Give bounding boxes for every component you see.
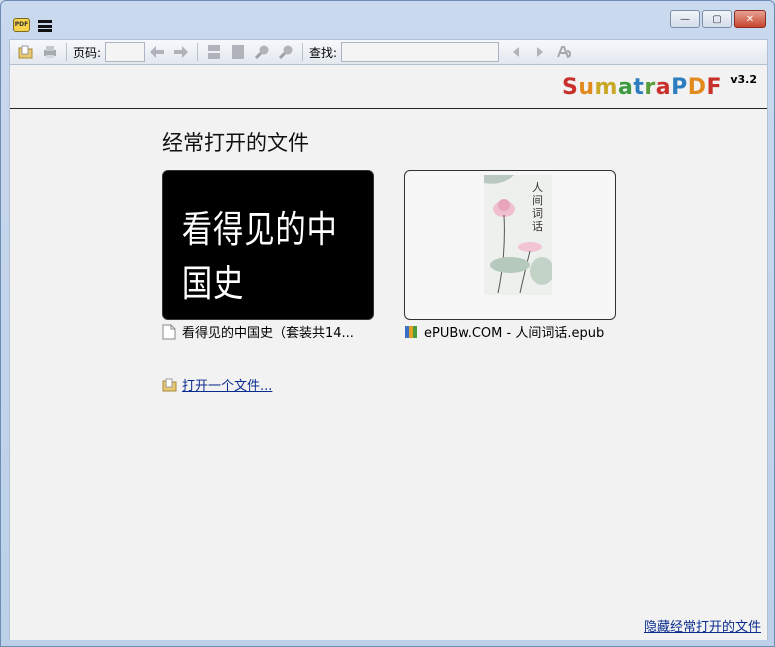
find-next-icon[interactable] [531, 43, 549, 61]
toolbar-separator [197, 43, 199, 61]
recent-file-name[interactable]: ePUBw.COM - 人间词话.epub [404, 322, 604, 341]
logo-letter: F [706, 75, 722, 100]
close-button[interactable]: ✕ [734, 10, 766, 28]
minimize-button[interactable]: — [670, 10, 700, 28]
recent-file-label: ePUBw.COM - 人间词话.epub [424, 326, 605, 341]
book-cover-image: 人间词话 [484, 175, 554, 295]
find-previous-icon[interactable] [507, 43, 525, 61]
print-icon[interactable] [41, 43, 59, 61]
recent-file-thumbnail[interactable]: 人间词话 [404, 170, 616, 320]
epub-file-icon [404, 324, 418, 340]
logo-letter: S [562, 75, 579, 100]
page-number-input[interactable] [105, 42, 146, 62]
zoom-out-icon[interactable] [253, 43, 271, 61]
back-arrow-icon[interactable] [148, 43, 166, 61]
page-label: 页码: [73, 45, 102, 60]
app-window: PDF — ▢ ✕ 页码: 查找: SumatraPDF v3.2 经常打开的文… [0, 0, 775, 647]
sumatra-logo: SumatraPDF [562, 75, 722, 100]
toolbar-separator [66, 43, 67, 61]
forward-arrow-icon[interactable] [172, 43, 190, 61]
app-icon[interactable]: PDF [13, 18, 30, 32]
recent-file-name[interactable]: 看得见的中国史（套装共14... [162, 322, 354, 341]
logo-letter: t [633, 75, 645, 100]
version-label: v3.2 [730, 73, 757, 86]
hide-recent-files-link[interactable]: 隐藏经常打开的文件 [644, 616, 761, 635]
logo-letter: u [578, 75, 595, 100]
recent-file-thumbnail[interactable]: 看得见的中国史 [162, 170, 374, 320]
document-file-icon [162, 324, 176, 340]
zoom-in-icon[interactable] [277, 43, 295, 61]
logo-letter: P [671, 75, 688, 100]
cover-title: 看得见的中国史 [181, 208, 338, 305]
cover-title: 人间词话 [532, 181, 543, 233]
maximize-button[interactable]: ▢ [702, 10, 732, 28]
home-page: SumatraPDF v3.2 经常打开的文件 看得见的中国史 人间词话 看得见… [9, 65, 768, 640]
open-folder-icon[interactable] [17, 43, 35, 61]
find-input[interactable] [341, 42, 500, 62]
find-label: 查找: [309, 45, 338, 60]
match-case-icon[interactable] [555, 43, 573, 61]
menu-icon[interactable] [38, 20, 52, 32]
recent-file-label: 看得见的中国史（套装共14... [182, 326, 354, 341]
logo-letter: a [655, 75, 672, 100]
recent-files-title: 经常打开的文件 [162, 131, 309, 155]
open-folder-icon [162, 377, 178, 393]
logo-letter: D [687, 75, 707, 100]
open-file-label: 打开一个文件... [182, 379, 273, 394]
title-bar: PDF — ▢ ✕ [1, 1, 774, 39]
header-divider [10, 108, 767, 109]
open-file-link[interactable]: 打开一个文件... [162, 375, 272, 394]
logo-letter: m [594, 75, 618, 100]
toolbar-separator [302, 43, 304, 61]
continuous-view-icon[interactable] [205, 43, 223, 61]
logo-letter: a [617, 75, 634, 100]
logo-letter: r [644, 75, 656, 100]
single-page-icon[interactable] [229, 43, 247, 61]
toolbar: 页码: 查找: [9, 39, 768, 65]
